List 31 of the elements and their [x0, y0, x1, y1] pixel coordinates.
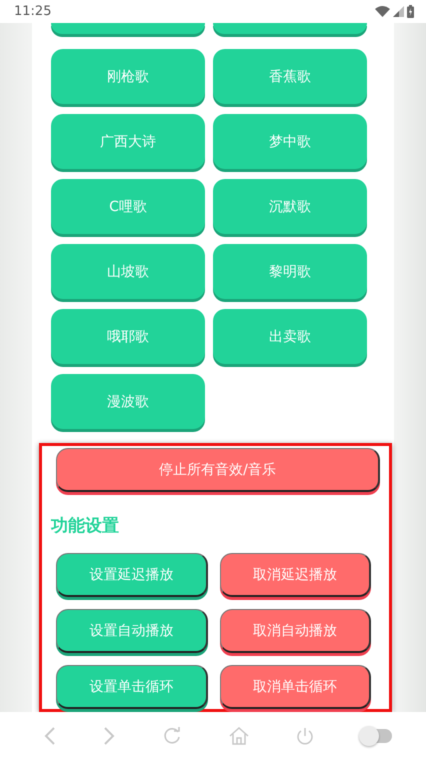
power-icon[interactable]: [296, 726, 314, 744]
song-button[interactable]: 黎明歌: [213, 244, 367, 299]
refresh-icon[interactable]: [163, 726, 182, 744]
home-icon[interactable]: [228, 726, 249, 744]
song-button[interactable]: 刚枪歌: [51, 49, 205, 104]
song-button[interactable]: 香蕉歌: [213, 49, 367, 104]
song-button[interactable]: C哩歌: [51, 179, 205, 234]
forward-icon[interactable]: [103, 726, 116, 744]
section-title: 功能设置: [51, 515, 120, 537]
toggle-switch[interactable]: [362, 728, 392, 742]
wifi-icon: [375, 6, 390, 17]
clock: 11:25: [14, 4, 52, 19]
song-button[interactable]: 梦中歌: [213, 114, 367, 169]
song-button[interactable]: 沉默歌: [213, 179, 367, 234]
song-button[interactable]: 山坡歌: [51, 244, 205, 299]
setting-button[interactable]: 取消单击循环: [220, 665, 371, 709]
signal-icon: [393, 6, 404, 17]
song-button[interactable]: 漫波歌: [51, 374, 205, 429]
stop-all-button[interactable]: 停止所有音效/音乐: [56, 448, 380, 492]
battery-icon: [407, 5, 414, 18]
song-button[interactable]: [213, 23, 367, 34]
back-icon[interactable]: [44, 726, 56, 744]
song-button[interactable]: 哦耶歌: [51, 309, 205, 364]
song-button[interactable]: [51, 23, 205, 34]
song-button[interactable]: 出卖歌: [213, 309, 367, 364]
setting-button[interactable]: 取消延迟播放: [220, 553, 371, 597]
setting-button[interactable]: 取消自动播放: [220, 609, 371, 653]
song-button[interactable]: 广西大诗: [51, 114, 205, 169]
setting-button[interactable]: 设置自动播放: [56, 609, 208, 653]
setting-button[interactable]: 设置单击循环: [56, 665, 208, 709]
setting-button[interactable]: 设置延迟播放: [56, 553, 208, 597]
